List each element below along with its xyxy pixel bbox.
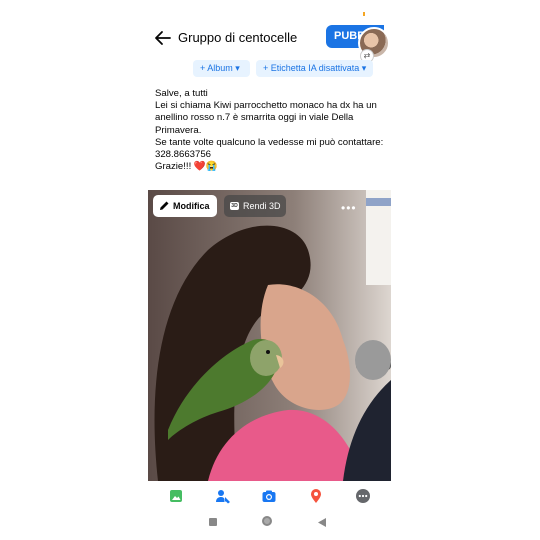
render-3d-label: Rendi 3D [243, 201, 281, 211]
post-line: Grazie!!! ❤️😭 [155, 161, 218, 173]
post-line: Salve, a tutti [155, 88, 208, 99]
post-text[interactable]: Salve, a tutti Lei si chiama Kiwi parroc… [155, 88, 387, 173]
pencil-icon [160, 201, 169, 210]
ai-label-chip[interactable]: + Etichetta IA disattivata ▾ [256, 60, 373, 77]
location-icon[interactable] [308, 488, 324, 504]
back-arrow-icon[interactable] [154, 29, 172, 47]
attached-photo[interactable] [148, 190, 391, 481]
edit-label: Modifica [173, 201, 210, 211]
back-nav-icon[interactable] [318, 518, 327, 527]
render-3d-button[interactable]: 3D Rendi 3D [224, 195, 286, 217]
post-line: Lei si chiama Kiwi parrocchetto monaco h… [155, 100, 377, 136]
group-title[interactable]: Gruppo di centocelle [178, 30, 297, 45]
edit-photo-button[interactable]: Modifica [153, 195, 217, 217]
status-dot [363, 12, 365, 16]
photo-more-icon[interactable]: ••• [341, 201, 357, 215]
tag-people-icon[interactable] [215, 488, 231, 504]
post-line: Se tante volte qualcuno la vedesse mi pu… [155, 136, 384, 161]
3d-icon: 3D [230, 202, 239, 210]
photo-image [148, 190, 391, 481]
camera-icon[interactable] [261, 488, 277, 504]
photo-icon[interactable] [168, 488, 184, 504]
album-chip[interactable]: + Album ▾ [193, 60, 250, 77]
more-icon[interactable] [355, 488, 371, 504]
recent-apps-button[interactable] [209, 518, 217, 526]
home-button[interactable] [262, 516, 272, 526]
